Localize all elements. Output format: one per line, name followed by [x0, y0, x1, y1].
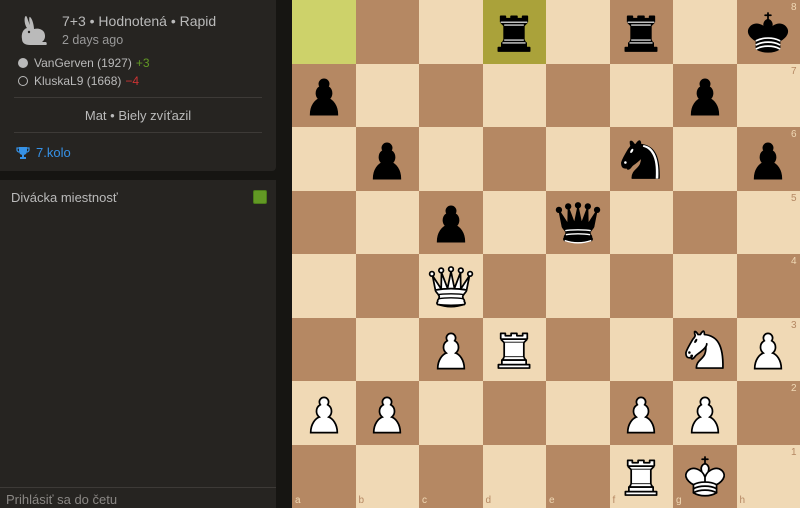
- game-date: 2 days ago: [62, 33, 124, 47]
- white-pawn-icon[interactable]: [610, 381, 674, 445]
- white-king-icon[interactable]: [673, 445, 737, 508]
- white-rook-icon[interactable]: [483, 318, 547, 382]
- square-b5[interactable]: [355, 190, 419, 254]
- black-knight-icon[interactable]: [610, 127, 674, 191]
- white-color-icon: [18, 58, 28, 68]
- square-d4[interactable]: [482, 254, 546, 318]
- black-player-name[interactable]: KluskaL9 (1668): [34, 74, 121, 88]
- square-g6[interactable]: [673, 127, 737, 191]
- file-label: d: [485, 495, 492, 506]
- chat-toggle-checkbox[interactable]: [253, 190, 267, 204]
- file-label: c: [422, 495, 427, 506]
- white-pawn-icon[interactable]: [737, 318, 800, 382]
- square-e3[interactable]: [546, 317, 610, 381]
- square-d7[interactable]: [482, 63, 546, 127]
- file-label: e: [549, 495, 555, 506]
- black-queen-icon[interactable]: [546, 191, 610, 255]
- chat-input[interactable]: Prihlásiť sa do četu: [0, 487, 276, 508]
- square-a5[interactable]: [292, 190, 356, 254]
- square-g8[interactable]: [673, 0, 737, 64]
- spectator-chat: Divácka miestnosť Prihlásiť sa do četu: [0, 180, 276, 508]
- square-b4[interactable]: [355, 254, 419, 318]
- square-e2[interactable]: [546, 381, 610, 445]
- file-label: b: [358, 495, 365, 506]
- black-pawn-icon[interactable]: [673, 64, 737, 128]
- square-f7[interactable]: [609, 63, 673, 127]
- rank-label: 1: [791, 446, 797, 458]
- black-pawn-icon[interactable]: [356, 127, 420, 191]
- white-rook-icon[interactable]: [610, 445, 674, 508]
- white-rating-diff: +3: [135, 56, 150, 70]
- game-result: Mat • Biely zvíťazil: [84, 108, 192, 123]
- square-a1[interactable]: [292, 444, 356, 508]
- white-queen-icon[interactable]: [419, 254, 483, 318]
- square-e4[interactable]: [546, 254, 610, 318]
- rank-label: 7: [791, 65, 797, 77]
- square-b3[interactable]: [355, 317, 419, 381]
- chess-board[interactable]: 87654321abcdefgh: [292, 0, 800, 508]
- square-f5[interactable]: [609, 190, 673, 254]
- square-c6[interactable]: [419, 127, 483, 191]
- black-pawn-icon[interactable]: [292, 64, 356, 128]
- file-label: a: [295, 495, 301, 506]
- black-rook-icon[interactable]: [610, 0, 674, 64]
- square-a3[interactable]: [292, 317, 356, 381]
- white-player[interactable]: VanGerven (1927) +3: [18, 56, 150, 70]
- square-a8[interactable]: [292, 0, 356, 64]
- square-a4[interactable]: [292, 254, 356, 318]
- square-c8[interactable]: [419, 0, 483, 64]
- square-e6[interactable]: [546, 127, 610, 191]
- white-pawn-icon[interactable]: [356, 381, 420, 445]
- square-c1[interactable]: [419, 444, 483, 508]
- black-rook-icon[interactable]: [483, 0, 547, 64]
- tournament-link[interactable]: 7.kolo: [16, 145, 71, 160]
- white-pawn-icon[interactable]: [419, 318, 483, 382]
- divider: [14, 132, 262, 133]
- square-f4[interactable]: [609, 254, 673, 318]
- square-e8[interactable]: [546, 0, 610, 64]
- white-player-name[interactable]: VanGerven (1927): [34, 56, 132, 70]
- game-info-card: 7+3 • Hodnotená • Rapid 2 days ago VanGe…: [0, 0, 276, 171]
- black-pawn-icon[interactable]: [737, 127, 800, 191]
- trophy-icon: [16, 146, 30, 159]
- black-pawn-icon[interactable]: [419, 191, 483, 255]
- square-d2[interactable]: [482, 381, 546, 445]
- square-d6[interactable]: [482, 127, 546, 191]
- white-pawn-icon[interactable]: [292, 381, 356, 445]
- game-type: 7+3 • Hodnotená • Rapid: [62, 13, 217, 29]
- black-rating-diff: −4: [125, 74, 140, 88]
- square-b1[interactable]: [355, 444, 419, 508]
- chat-title: Divácka miestnosť: [11, 190, 118, 205]
- tournament-round[interactable]: 7.kolo: [36, 145, 71, 160]
- white-pawn-icon[interactable]: [673, 381, 737, 445]
- white-knight-icon[interactable]: [673, 318, 737, 382]
- file-label: h: [739, 495, 746, 506]
- square-f3[interactable]: [609, 317, 673, 381]
- divider: [14, 97, 262, 98]
- square-e1[interactable]: [546, 444, 610, 508]
- black-color-icon: [18, 76, 28, 86]
- rapid-rabbit-icon: [21, 16, 47, 45]
- square-g4[interactable]: [673, 254, 737, 318]
- rank-label: 4: [791, 256, 797, 267]
- rank-label: 5: [791, 192, 797, 204]
- square-d5[interactable]: [482, 190, 546, 254]
- square-c7[interactable]: [419, 63, 483, 127]
- black-player[interactable]: KluskaL9 (1668) −4: [18, 74, 139, 88]
- left-panel: 7+3 • Hodnotená • Rapid 2 days ago VanGe…: [0, 0, 290, 508]
- rank-label: 2: [791, 383, 797, 394]
- square-c2[interactable]: [419, 381, 483, 445]
- square-b7[interactable]: [355, 63, 419, 127]
- black-king-icon[interactable]: [737, 0, 800, 64]
- square-e7[interactable]: [546, 63, 610, 127]
- square-a6[interactable]: [292, 127, 356, 191]
- square-g5[interactable]: [673, 190, 737, 254]
- square-b8[interactable]: [355, 0, 419, 64]
- square-d1[interactable]: [482, 444, 546, 508]
